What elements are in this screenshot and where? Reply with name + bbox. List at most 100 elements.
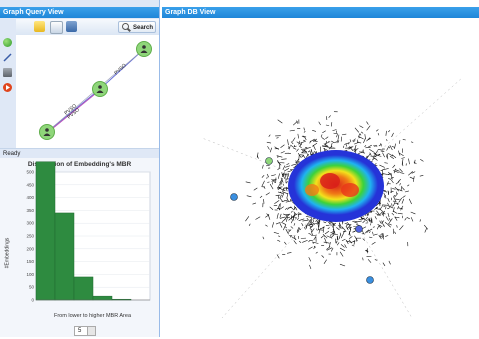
db-edge (393, 195, 395, 196)
db-edge (281, 159, 286, 160)
db-edge (260, 196, 262, 198)
db-edge (420, 219, 421, 221)
db-edge (323, 234, 327, 238)
query-node[interactable] (137, 42, 152, 57)
clear-stop-icon[interactable] (3, 83, 12, 92)
db-edge (372, 159, 374, 161)
db-view-title: Graph DB View (162, 7, 479, 18)
db-edge (281, 222, 286, 224)
db-edge (403, 139, 406, 140)
db-edge (408, 159, 409, 165)
db-edge (365, 134, 366, 139)
db-edge (308, 233, 311, 234)
db-edge (399, 208, 403, 209)
db-edge (309, 265, 311, 269)
db-edge (337, 140, 338, 144)
db-edge (369, 149, 374, 152)
db-edge (314, 236, 316, 240)
db-edge (409, 199, 411, 204)
query-node[interactable] (40, 125, 55, 140)
db-edge (386, 155, 387, 157)
db-edge (388, 178, 391, 179)
db-node[interactable] (266, 158, 273, 165)
db-edge (286, 164, 289, 165)
db-edge (386, 131, 387, 136)
db-edge (271, 175, 276, 176)
db-edge (391, 178, 393, 179)
delete-trash-icon[interactable] (3, 68, 12, 77)
search-button[interactable]: Search (118, 21, 156, 33)
folder-open-icon[interactable] (34, 21, 45, 32)
db-edge (401, 158, 404, 159)
db-edge (394, 144, 395, 149)
db-edge (378, 149, 383, 150)
mbr-histogram: 050100150200250300350400450500 (0, 158, 159, 337)
bins-value: 5 (78, 328, 81, 334)
db-edge (299, 219, 305, 221)
db-edge (384, 193, 386, 198)
db-edge (332, 234, 338, 235)
histogram-bar[interactable] (36, 162, 55, 300)
db-node[interactable] (356, 226, 363, 233)
db-edge (307, 218, 309, 220)
db-edge (288, 173, 289, 176)
db-edge (334, 133, 338, 134)
db-edge (329, 115, 331, 117)
db-edge (283, 225, 285, 230)
db-edge (387, 147, 389, 151)
db-edge (311, 235, 317, 236)
spinner-arrows-icon[interactable] (87, 327, 95, 335)
query-node[interactable] (93, 82, 108, 97)
db-edge (365, 147, 370, 148)
db-edge (401, 206, 403, 210)
db-edge (277, 213, 278, 219)
graph-db-canvas[interactable] (162, 18, 479, 337)
db-edge (253, 203, 256, 204)
db-edge (336, 133, 337, 137)
db-edge (328, 227, 330, 228)
save-icon[interactable] (66, 21, 77, 32)
new-document-icon[interactable] (50, 21, 63, 34)
db-edge (277, 156, 283, 157)
db-edge (291, 227, 293, 229)
db-edge (280, 223, 282, 227)
y-tick-label: 500 (26, 170, 34, 175)
db-edge (379, 208, 384, 212)
db-edge (270, 207, 273, 210)
histogram-bar[interactable] (55, 213, 74, 300)
add-node-icon[interactable] (3, 38, 12, 47)
db-edge (286, 181, 287, 183)
db-edge (246, 182, 251, 183)
y-tick-label: 250 (26, 234, 34, 239)
db-edge (265, 225, 267, 227)
db-edge (254, 188, 258, 190)
db-edge (371, 219, 372, 223)
db-edge (272, 222, 274, 227)
db-heat-cluster[interactable] (288, 150, 384, 222)
db-edge (330, 234, 331, 237)
db-edge (304, 227, 305, 230)
db-edge (388, 130, 390, 132)
histogram-bar[interactable] (93, 296, 112, 300)
db-edge (367, 126, 371, 131)
db-edge (390, 191, 394, 192)
chart-x-label: From lower to higher MBR Area (40, 313, 145, 319)
db-node[interactable] (367, 277, 374, 284)
db-edge (286, 201, 292, 202)
db-edge (278, 183, 281, 188)
histogram-bar[interactable] (74, 277, 93, 300)
db-edge (293, 214, 298, 217)
db-edge (302, 220, 308, 221)
query-graph-canvas[interactable]: PVSO PVSO PVSO (16, 35, 159, 148)
db-edge (362, 234, 365, 235)
db-edge (381, 169, 385, 171)
db-edge (334, 142, 337, 143)
db-edge (267, 146, 269, 149)
db-edge (390, 156, 394, 159)
db-node[interactable] (231, 194, 238, 201)
db-edge (380, 207, 381, 210)
add-edge-icon[interactable] (3, 53, 12, 62)
db-edge (387, 153, 389, 154)
y-tick-label: 350 (26, 208, 34, 213)
bins-spinner[interactable]: 5 (74, 326, 96, 336)
